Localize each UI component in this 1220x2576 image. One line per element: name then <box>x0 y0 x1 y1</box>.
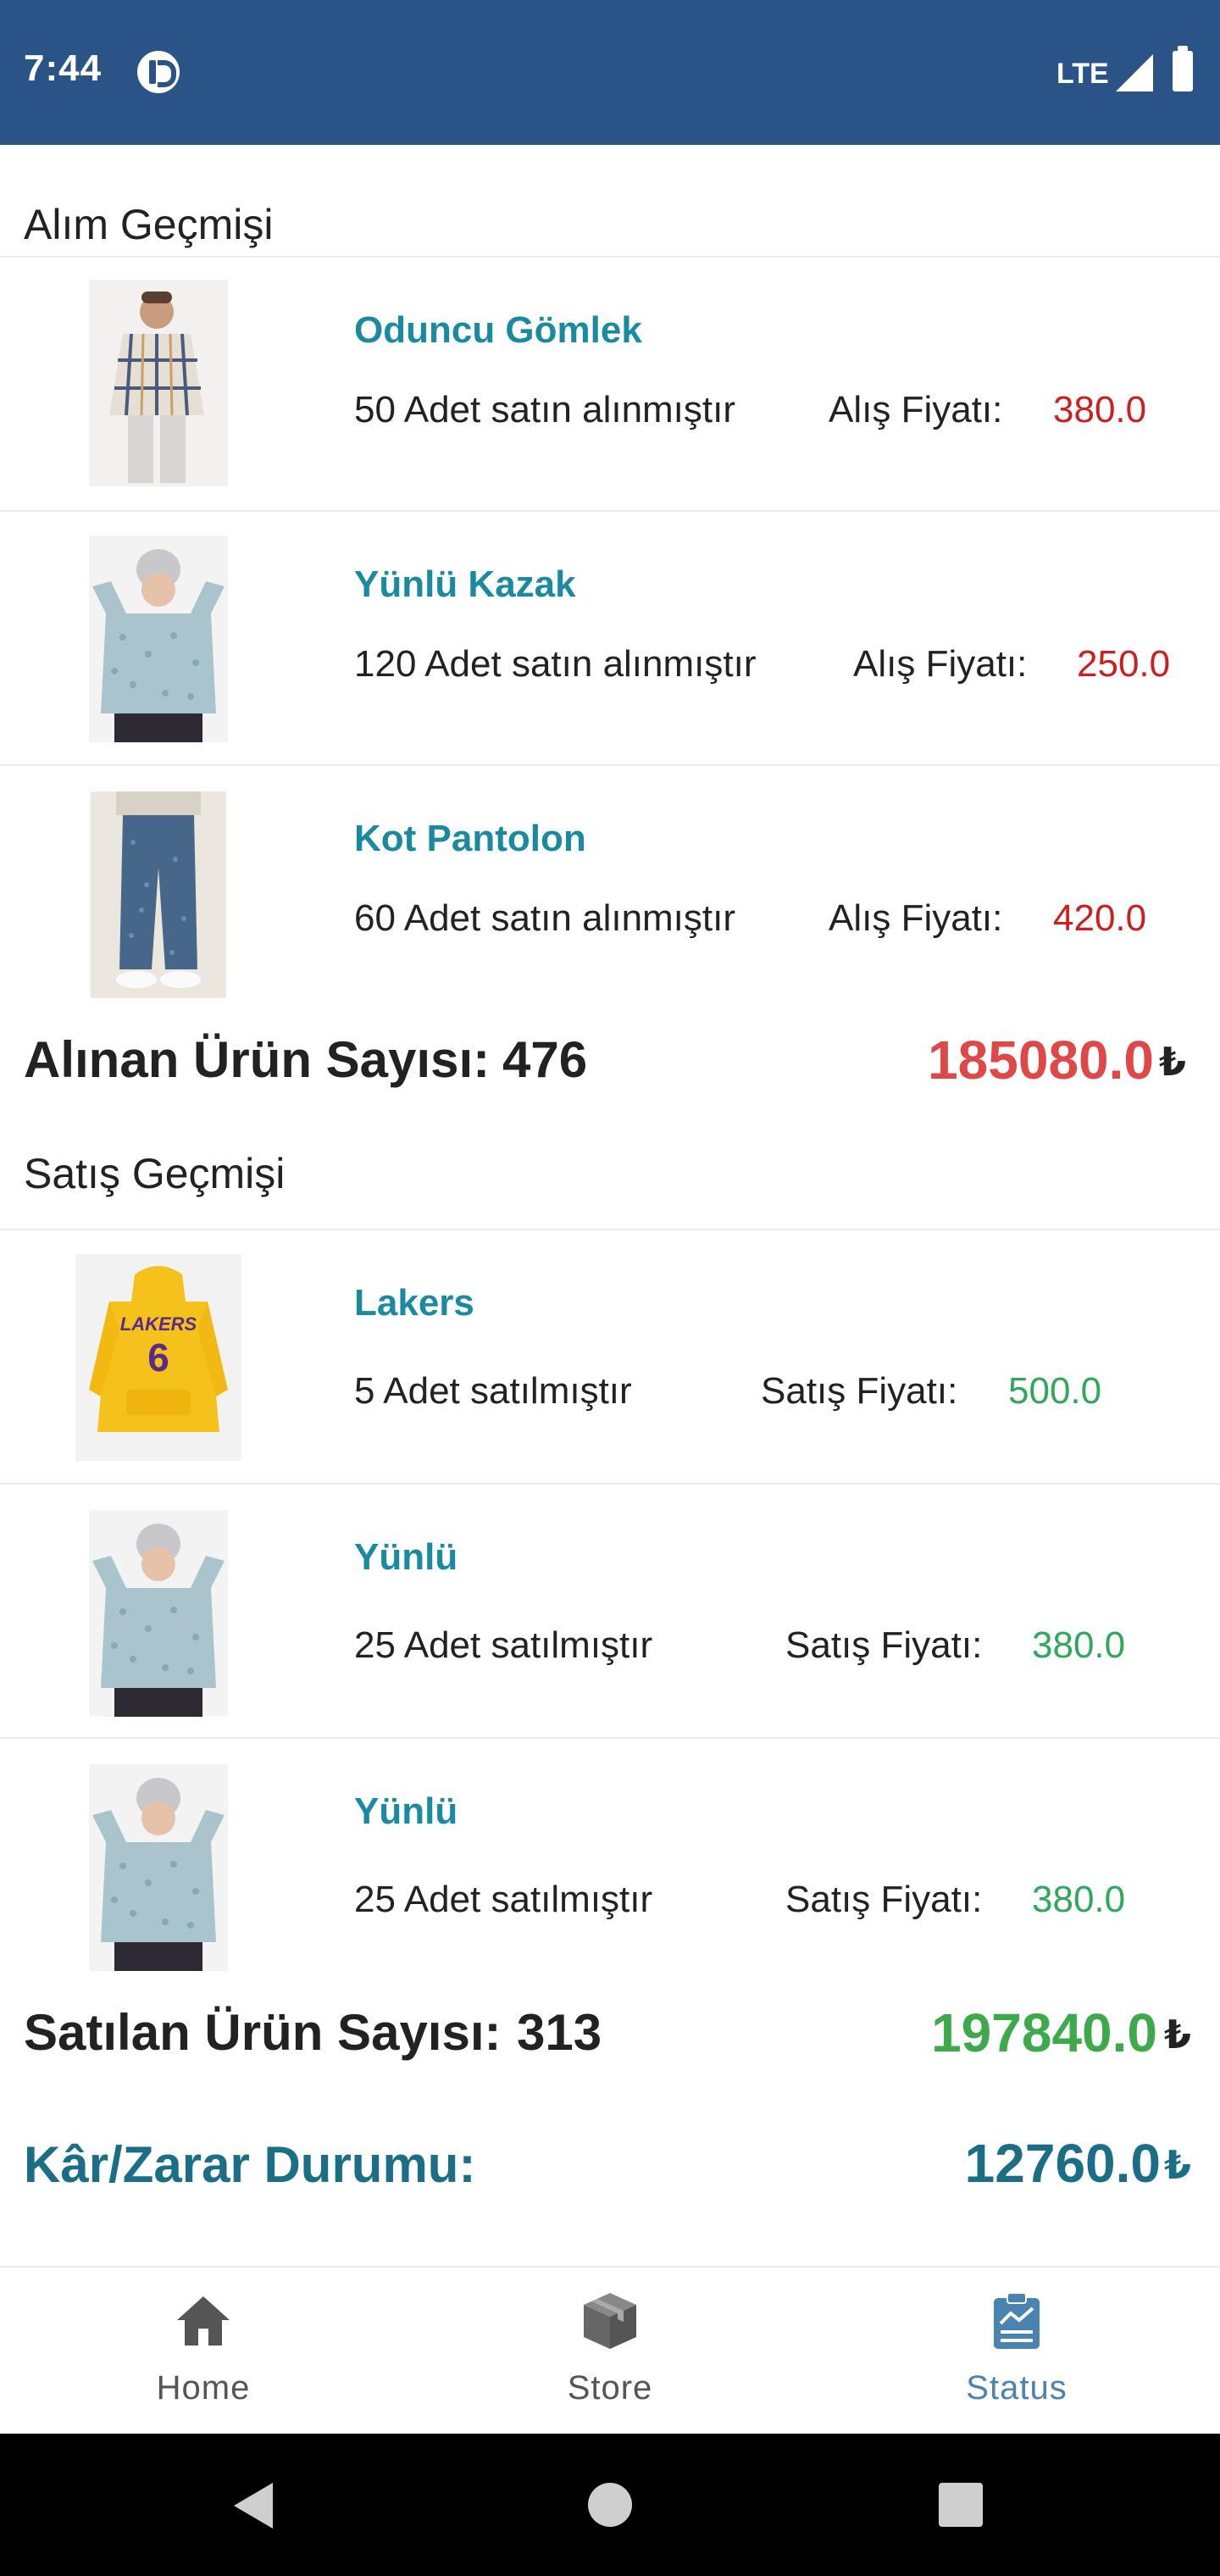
nav-status[interactable]: Status <box>813 2268 1220 2435</box>
purchased-count-label: Alınan Ürün Sayısı: <box>24 1031 491 1088</box>
sale-price: 380.0 <box>1032 1624 1126 1666</box>
sales-history-title: Satış Geçmişi <box>24 1150 286 1197</box>
network-type-label: LTE <box>1056 58 1109 90</box>
sold-count: 313 <box>517 2004 602 2061</box>
nav-store-label: Store <box>567 2369 653 2407</box>
purchased-count: 476 <box>502 1031 588 1088</box>
sales-row[interactable]: LAKERS 6 Lakers 5 Adet satılmıştır Satış… <box>0 1229 1220 1483</box>
sale-price-label: Satış Fiyatı: <box>785 1879 983 1920</box>
product-image-sweater <box>89 536 228 742</box>
box-icon <box>584 2293 636 2349</box>
sold-count-label: Satılan Ürün Sayısı: <box>24 2004 502 2061</box>
product-quantity: 25 Adet satılmıştır <box>354 1624 653 1666</box>
product-image-shirt <box>89 280 228 486</box>
sale-price-label: Satış Fiyatı: <box>785 1624 983 1666</box>
product-name: Yünlü <box>354 1536 458 1578</box>
product-quantity: 60 Adet satın alınmıştır <box>354 897 736 939</box>
bottom-navigation: Home Store Status <box>0 2266 1220 2434</box>
purchase-row[interactable]: Yünlü Kazak 120 Adet satın alınmıştır Al… <box>0 510 1220 764</box>
purchase-row[interactable]: Oduncu Gömlek 50 Adet satın alınmıştır A… <box>0 256 1220 510</box>
nav-status-label: Status <box>966 2369 1068 2407</box>
purchase-price: 420.0 <box>1053 897 1147 939</box>
product-name: Yünlü <box>354 1790 458 1832</box>
product-name: Kot Pantolon <box>354 818 586 859</box>
nav-home[interactable]: Home <box>0 2268 407 2435</box>
profit-loss-label: Kâr/Zarar Durumu: <box>24 2136 476 2193</box>
currency-symbol: ₺ <box>1164 2143 1192 2187</box>
purchase-price-label: Alış Fiyatı: <box>829 897 1003 939</box>
product-quantity: 120 Adet satın alınmıştır <box>354 643 757 685</box>
svg-text:6: 6 <box>147 1335 169 1380</box>
product-name: Lakers <box>354 1282 474 1324</box>
sale-price: 500.0 <box>1008 1370 1102 1412</box>
product-image-jeans <box>91 791 226 998</box>
product-name: Yünlü Kazak <box>354 564 576 605</box>
sales-total: 197840.0 <box>931 2002 1157 2063</box>
purchase-price-label: Alış Fiyatı: <box>829 389 1003 430</box>
sale-price-label: Satış Fiyatı: <box>761 1370 958 1412</box>
product-image-sweater <box>89 1764 228 1971</box>
signal-icon <box>1116 54 1153 92</box>
svg-text:LAKERS: LAKERS <box>120 1313 197 1335</box>
home-icon <box>177 2296 230 2346</box>
nav-store[interactable]: Store <box>407 2268 813 2435</box>
product-quantity: 50 Adet satın alınmıştır <box>354 389 736 430</box>
sales-row[interactable]: Yünlü 25 Adet satılmıştır Satış Fiyatı: … <box>0 1483 1220 1737</box>
sales-row[interactable]: Yünlü 25 Adet satılmıştır Satış Fiyatı: … <box>0 1737 1220 1991</box>
status-bar: 7:44 LTE <box>0 0 1220 145</box>
product-quantity: 5 Adet satılmıştır <box>354 1370 632 1412</box>
home-circle-icon[interactable] <box>588 2483 632 2527</box>
purchase-total: 185080.0 <box>928 1030 1154 1091</box>
purchase-row[interactable]: Kot Pantolon 60 Adet satın alınmıştır Al… <box>0 764 1220 1019</box>
recent-apps-icon[interactable] <box>939 2483 983 2527</box>
clipboard-chart-icon <box>994 2292 1040 2349</box>
purchase-price: 250.0 <box>1077 643 1171 685</box>
product-image-hoodie: LAKERS 6 <box>75 1254 241 1461</box>
back-icon[interactable] <box>234 2483 273 2529</box>
app-notification-icon <box>137 51 180 93</box>
product-image-sweater <box>89 1510 228 1717</box>
currency-symbol: ₺ <box>1164 2012 1192 2057</box>
purchase-price: 380.0 <box>1053 389 1147 430</box>
product-quantity: 25 Adet satılmıştır <box>354 1879 653 1920</box>
purchase-price-label: Alış Fiyatı: <box>853 643 1028 685</box>
profit-loss-total: 12760.0 <box>964 2133 1161 2194</box>
product-name: Oduncu Gömlek <box>354 309 642 351</box>
battery-icon <box>1173 46 1193 92</box>
status-time: 7:44 <box>24 47 103 89</box>
currency-symbol: ₺ <box>1159 1040 1187 1084</box>
purchase-history-title: Alım Geçmişi <box>24 201 274 248</box>
sale-price: 380.0 <box>1032 1879 1126 1920</box>
nav-home-label: Home <box>156 2369 251 2407</box>
